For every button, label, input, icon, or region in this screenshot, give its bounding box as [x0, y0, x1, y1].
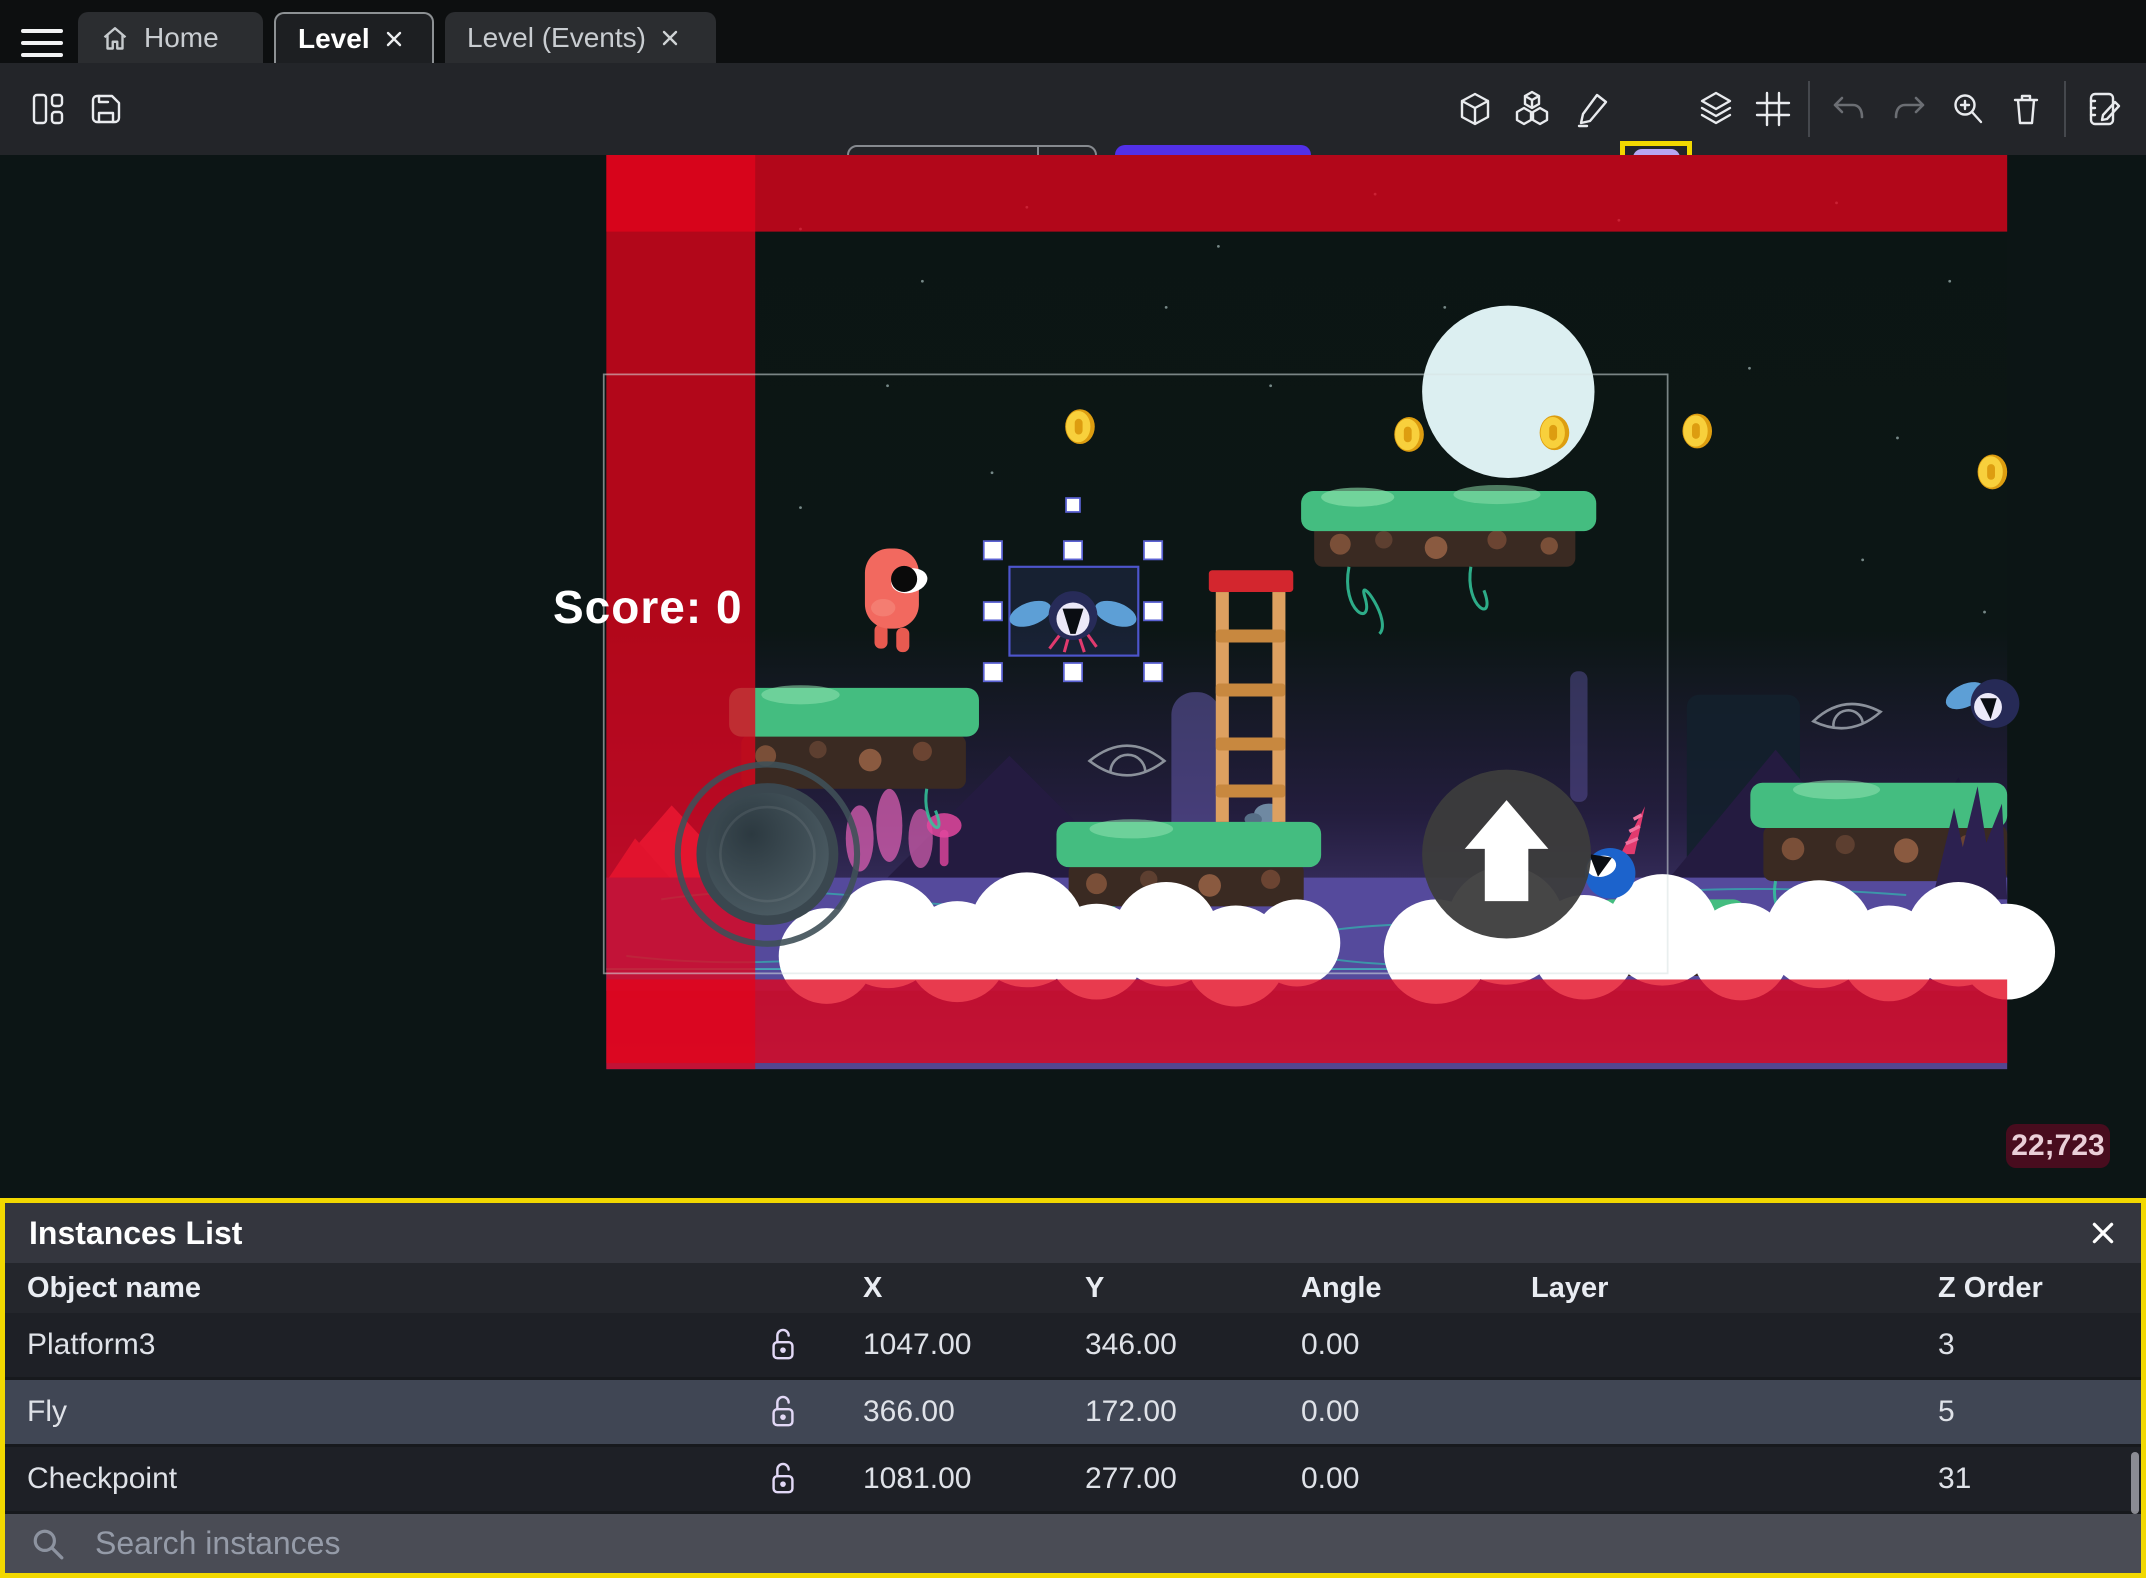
grid-button[interactable] [1749, 63, 1797, 155]
tab-level-events[interactable]: Level (Events) [445, 12, 716, 63]
column-header: Layer [1531, 1271, 1609, 1304]
unlock-icon[interactable] [750, 1393, 815, 1431]
delete-button[interactable] [2002, 63, 2050, 155]
joystick-control[interactable] [674, 761, 861, 947]
background-pillar [1570, 671, 1588, 802]
save-icon [91, 94, 121, 124]
objects-list-button[interactable] [1508, 63, 1556, 155]
column-header: Object name [27, 1271, 202, 1304]
search-bar [5, 1514, 2141, 1573]
zoom-button[interactable] [1945, 63, 1993, 155]
scrollbar-thumb[interactable] [2131, 1452, 2139, 1514]
column-header: Z Order [1938, 1271, 2043, 1304]
column-header: X [863, 1271, 883, 1304]
tab-label: Level (Events) [467, 21, 646, 53]
redo-icon [1894, 96, 1925, 119]
table-header-row: Object name X Y Angle Layer Z Order [5, 1263, 2141, 1313]
search-icon [33, 1529, 64, 1559]
table-row[interactable]: Checkpoint 1081.00 277.00 0.00 31 [5, 1447, 2141, 1514]
column-header: Y [1085, 1271, 1105, 1304]
zoom-in-icon [1954, 94, 1983, 124]
scene-svg [602, 155, 2056, 1070]
home-icon [103, 26, 127, 50]
close-icon[interactable] [2089, 1219, 2117, 1247]
scene-properties-icon [2089, 92, 2121, 126]
close-icon[interactable] [384, 29, 404, 49]
tab-level[interactable]: Level [274, 12, 434, 63]
instances-list-panel: Instances List Object name X Y Angle Lay… [0, 1198, 2146, 1578]
moon-sprite[interactable] [1422, 305, 1595, 478]
layers-icon [1700, 91, 1732, 125]
pencil-icon [1577, 93, 1608, 128]
unlock-icon[interactable] [750, 1460, 815, 1498]
unlock-icon[interactable] [750, 1326, 815, 1364]
rotation-handle [1065, 497, 1081, 513]
cube-icon [1460, 92, 1490, 126]
app-window: Home Level Level (Events) Score: 0 22;72… [0, 0, 2146, 1578]
score-label: Score: 0 [553, 581, 743, 633]
edit-mode-button[interactable] [1568, 63, 1616, 155]
divider [2064, 81, 2066, 137]
layers-button[interactable] [1692, 63, 1740, 155]
panel-title: Instances List [29, 1214, 243, 1251]
jump-button-control[interactable] [1422, 769, 1592, 939]
tab-label: Level [298, 22, 370, 54]
toolbar: Preview Publish [0, 63, 2146, 215]
tab-label: Home [144, 21, 219, 53]
redo-button[interactable] [1886, 63, 1934, 155]
layout-icon [32, 93, 64, 125]
panel-header: Instances List [5, 1203, 2141, 1263]
scene-properties-button[interactable] [2080, 63, 2128, 155]
undo-button[interactable] [1824, 63, 1872, 155]
undo-icon [1833, 96, 1864, 119]
objects-group-icon [1515, 90, 1549, 126]
selected-fly-sprite[interactable] [1006, 565, 1140, 657]
divider [1808, 81, 1810, 137]
level-canvas[interactable]: Score: 0 22;723 [0, 155, 2146, 1198]
tab-bar: Home Level Level (Events) [0, 0, 2146, 63]
trash-icon [2013, 94, 2039, 125]
tab-home[interactable]: Home [78, 12, 263, 63]
edit-object-button[interactable] [1451, 63, 1499, 155]
column-header: Angle [1301, 1271, 1382, 1304]
cursor-coordinates-badge: 22;723 [2006, 1124, 2110, 1168]
save-button[interactable] [82, 63, 130, 155]
toggle-panels-button[interactable] [24, 63, 72, 155]
menu-icon[interactable] [21, 29, 63, 59]
close-icon[interactable] [660, 28, 680, 48]
table-row[interactable]: Platform3 1047.00 346.00 0.00 3 [5, 1313, 2141, 1380]
grid-icon [1755, 91, 1791, 127]
search-input[interactable] [93, 1524, 2115, 1563]
table-row-selected[interactable]: Fly 366.00 172.00 0.00 5 [5, 1380, 2141, 1447]
